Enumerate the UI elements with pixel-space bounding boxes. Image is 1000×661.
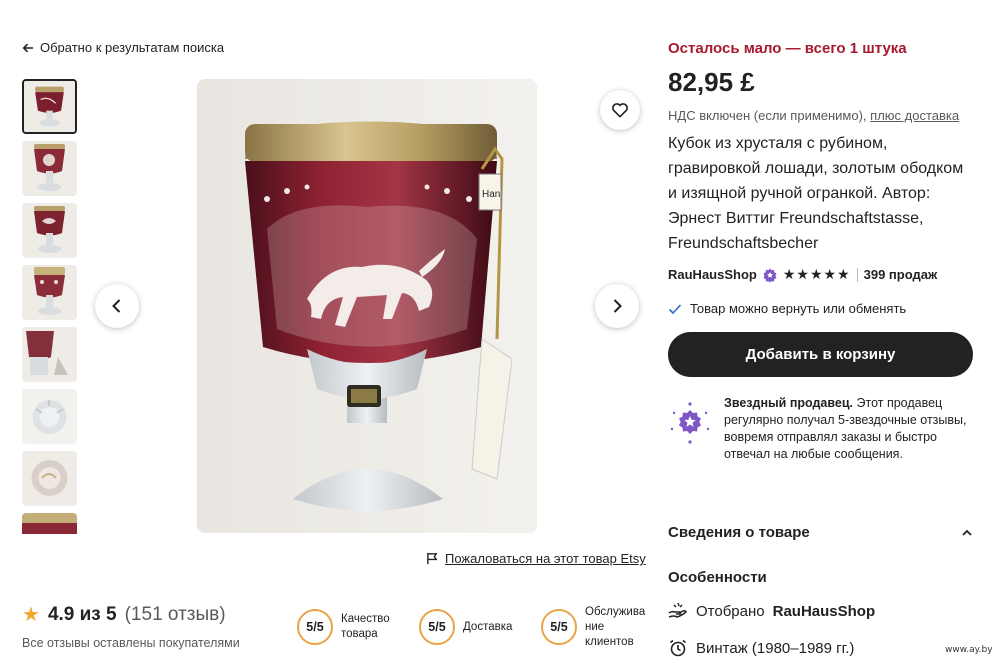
sales-count: 399 продаж — [863, 267, 938, 282]
thumbnail-image — [22, 141, 77, 196]
returns-text: Товар можно вернуть или обменять — [690, 301, 907, 316]
metric-label: Обслужива ние клиентов — [585, 606, 646, 648]
report-item-link[interactable]: Пожаловаться на этот товар Etsy — [426, 551, 646, 566]
divider — [856, 267, 858, 282]
star-icon: ★ — [22, 604, 40, 626]
thumbnail-strip — [22, 79, 78, 534]
price: 82,95 £ — [668, 67, 755, 97]
thumbnail-image — [22, 265, 77, 320]
hand-icon — [668, 602, 687, 618]
thumbnail-image — [24, 81, 75, 132]
chevron-right-icon — [613, 299, 622, 313]
review-score: 4.9 из 5 — [47, 604, 117, 625]
shop-name-link[interactable]: RauHausShop — [668, 267, 757, 282]
flag-icon — [427, 552, 438, 565]
review-note: Все отзывы оставлены покупателями — [22, 636, 240, 650]
back-link-label: Обратно к результатам поиска — [40, 40, 225, 55]
reviews-summary: ★ 4.9 из 5 (151 отзыв) Все отзывы оставл… — [22, 604, 240, 650]
check-icon — [668, 303, 682, 314]
thumbnail[interactable] — [22, 451, 77, 506]
buy-box: Осталось мало — всего 1 штука 82,95 £ НД… — [668, 40, 973, 463]
arrow-left-icon — [22, 43, 33, 52]
returns-note: Товар можно вернуть или обменять — [668, 301, 973, 316]
add-to-cart-button[interactable]: Добавить в корзину — [668, 332, 973, 377]
thumbnail-image — [22, 327, 77, 382]
watermark: www.ay.by — [945, 645, 993, 655]
star-seller-badge-icon — [670, 402, 710, 444]
star-seller-block: Звездный продавец. Этот продавец регуляр… — [668, 395, 973, 463]
review-count[interactable]: (151 отзыв) — [125, 604, 226, 626]
metric-delivery: 5/5 Доставка — [419, 605, 523, 650]
item-details-heading: Сведения о товаре — [668, 524, 810, 541]
product-title: Кубок из хрусталя с рубином, гравировкой… — [668, 135, 964, 252]
previous-image-button[interactable] — [95, 284, 139, 328]
vintage-label: Винтаж (1980–1989 гг.) — [696, 639, 855, 657]
thumbnail-image — [22, 513, 77, 534]
curated-shop-link[interactable]: RauHausShop — [773, 603, 876, 620]
vat-text: НДС включен (если применимо), — [668, 108, 867, 123]
seller-info: RauHausShop ★★★★★ 399 продаж — [668, 266, 973, 283]
metric-score: 5/5 — [419, 609, 455, 646]
thumbnail[interactable] — [22, 79, 77, 134]
star-seller-title: Звездный продавец. — [724, 396, 854, 410]
heart-icon — [612, 103, 628, 118]
thumbnail[interactable] — [22, 141, 77, 196]
stock-notice: Осталось мало — всего 1 штука — [668, 40, 907, 57]
feature-curated: Отобрано RauHausShop — [668, 601, 875, 621]
curated-prefix: Отобрано — [696, 602, 765, 620]
alarm-clock-icon — [670, 639, 686, 657]
next-image-button[interactable] — [595, 284, 639, 328]
metric-label: Доставка — [463, 620, 513, 633]
report-link-label: Пожаловаться на этот товар Etsy — [445, 551, 646, 566]
thumbnail[interactable] — [22, 265, 77, 320]
metric-service: 5/5 Обслужива ние клиентов — [541, 605, 649, 650]
review-metrics: 5/5 Качество товара 5/5 Доставка 5/5 Обс… — [297, 605, 649, 650]
shipping-link[interactable]: плюс доставка — [870, 108, 959, 123]
metric-score: 5/5 — [297, 609, 333, 646]
thumbnail[interactable] — [22, 513, 77, 534]
thumbnail-image — [22, 451, 77, 506]
favorite-button[interactable] — [600, 90, 640, 130]
star-seller-text: Звездный продавец. Этот продавец регуляр… — [724, 395, 973, 463]
thumbnail[interactable] — [22, 327, 77, 382]
goblet-photo: Han — [197, 79, 537, 533]
feature-vintage: Винтаж (1980–1989 гг.) — [668, 638, 854, 658]
thumbnail-image — [22, 389, 77, 444]
shop-rating-stars: ★★★★★ — [782, 266, 851, 282]
thumbnail[interactable] — [22, 203, 77, 258]
chevron-up-icon — [962, 529, 972, 536]
metric-label: Качество товара — [341, 613, 390, 641]
metric-quality: 5/5 Качество товара — [297, 605, 401, 650]
metric-score: 5/5 — [541, 609, 577, 646]
vat-note: НДС включен (если применимо), плюс доста… — [668, 108, 973, 123]
product-main-image[interactable]: Han — [197, 79, 537, 533]
back-to-search-link[interactable]: Обратно к результатам поиска — [22, 40, 224, 55]
features-heading: Особенности — [668, 569, 767, 586]
item-details-toggle[interactable]: Сведения о товаре — [668, 524, 973, 541]
thumbnail[interactable] — [22, 389, 77, 444]
star-seller-badge-icon — [763, 268, 777, 282]
thumbnail-image — [22, 203, 77, 258]
chevron-left-icon — [112, 299, 121, 313]
svg-text:Han: Han — [482, 189, 500, 200]
